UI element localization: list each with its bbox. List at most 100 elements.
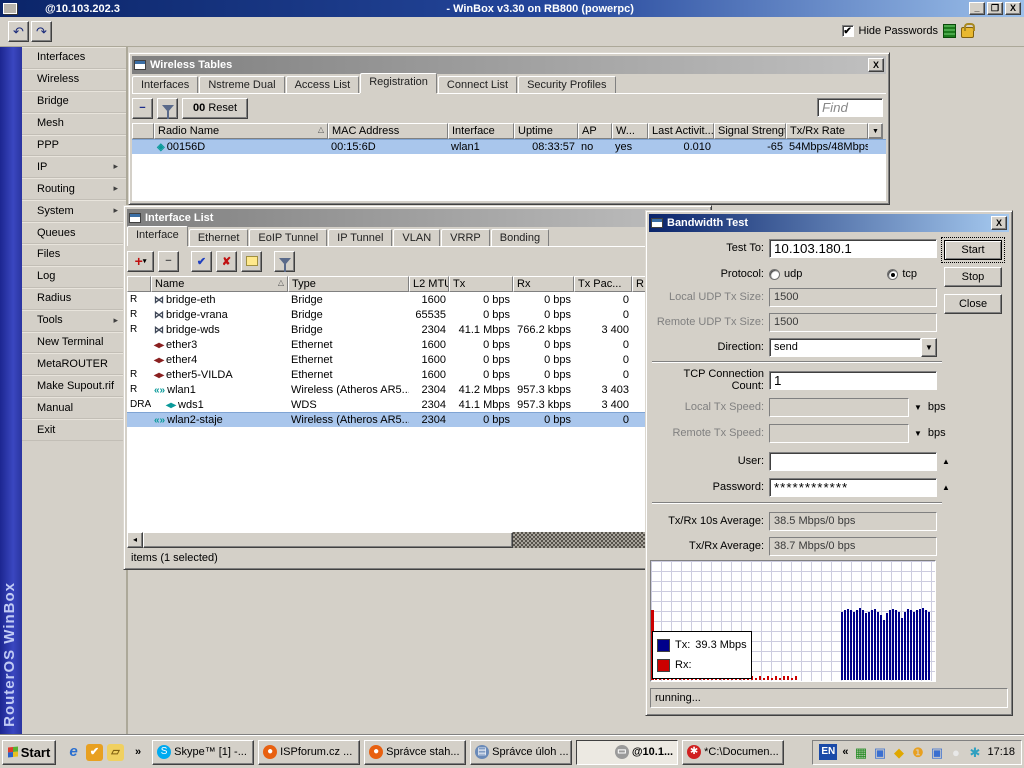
task-button-task-manager[interactable]: ▤Správce úloh ... <box>470 740 572 765</box>
task-button-firefox-ispforum[interactable]: ●ISPforum.cz ... <box>258 740 360 765</box>
undo-button[interactable]: ↶ <box>8 21 29 42</box>
interface-row-ether3[interactable]: ◂▸ether3Ethernet16000 bps0 bps0 <box>127 337 708 352</box>
tab-ethernet[interactable]: Ethernet <box>189 229 249 246</box>
tab-nstreme-dual[interactable]: Nstreme Dual <box>199 76 284 93</box>
tcp-connection-count-input[interactable] <box>769 371 937 390</box>
sidebar-item-routing[interactable]: Routing▸ <box>22 178 126 200</box>
sidebar-item-radius[interactable]: Radius <box>22 288 126 310</box>
sidebar-item-wireless[interactable]: Wireless <box>22 69 126 91</box>
antivirus-icon[interactable]: ✱ <box>967 745 982 760</box>
find-input[interactable] <box>817 98 883 117</box>
folder-icon[interactable]: ▱ <box>107 744 124 761</box>
dropdown-icon[interactable]: ▼ <box>914 403 922 412</box>
green-app-icon[interactable]: ▦ <box>853 745 868 760</box>
scrollbar-thumb[interactable] <box>143 532 513 548</box>
interface-row-bridge-wds[interactable]: R⋈bridge-wdsBridge230441.1 Mbps766.2 kbp… <box>127 322 708 337</box>
sidebar-item-bridge[interactable]: Bridge <box>22 91 126 113</box>
interface-row-ether5-vilda[interactable]: R◂▸ether5-VILDAEthernet16000 bps0 bps0 <box>127 367 708 382</box>
column-header-flags[interactable] <box>127 276 151 292</box>
network-icon-2[interactable]: ▣ <box>929 745 944 760</box>
interface-row-bridge-vrana[interactable]: R⋈bridge-vranaBridge655350 bps0 bps0 <box>127 307 708 322</box>
column-header-mac-address[interactable]: MAC Address <box>328 123 448 139</box>
sidebar-item-tools[interactable]: Tools▸ <box>22 310 126 332</box>
column-header-tx-rx-rate[interactable]: Tx/Rx Rate <box>786 123 868 139</box>
sidebar-item-queues[interactable]: Queues <box>22 222 126 244</box>
tab-eoip-tunnel[interactable]: EoIP Tunnel <box>249 229 327 246</box>
folder-badge-icon[interactable]: ❶ <box>910 745 925 760</box>
network-icon[interactable]: ▣ <box>872 745 887 760</box>
tab-access-list[interactable]: Access List <box>286 76 360 93</box>
password-input[interactable] <box>769 478 937 497</box>
interface-list-titlebar[interactable]: Interface List <box>127 209 708 227</box>
registration-row[interactable]: ◈00156D00:15:6Dwlan108:33:57noyes0.010-6… <box>132 139 886 154</box>
column-header-rx[interactable]: Rx <box>513 276 574 292</box>
column-header-interface[interactable]: Interface <box>448 123 514 139</box>
close-button[interactable]: Close <box>944 294 1002 314</box>
column-header-w[interactable]: W... <box>612 123 648 139</box>
collapse-up-icon[interactable]: ▲ <box>942 483 950 492</box>
close-icon[interactable]: X <box>991 216 1007 230</box>
tab-interfaces[interactable]: Interfaces <box>132 76 198 93</box>
column-header-uptime[interactable]: Uptime <box>514 123 578 139</box>
sidebar-item-interfaces[interactable]: Interfaces <box>22 47 126 69</box>
interface-row-wds1[interactable]: DRA◂▸wds1WDS230441.1 Mbps957.3 kbps3 400 <box>127 397 708 412</box>
wireless-tables-titlebar[interactable]: Wireless Tables X <box>132 56 886 74</box>
column-header-ap[interactable]: AP <box>578 123 612 139</box>
tab-ip-tunnel[interactable]: IP Tunnel <box>328 229 392 246</box>
bandwidth-test-titlebar[interactable]: Bandwidth Test X <box>649 214 1009 232</box>
column-header-last-activit[interactable]: Last Activit... <box>648 123 714 139</box>
direction-dropdown-button[interactable]: ▼ <box>921 338 937 357</box>
redo-button[interactable]: ↷ <box>31 21 52 42</box>
chat-bubble-icon[interactable]: ● <box>948 745 963 760</box>
column-header-name[interactable]: Name△ <box>151 276 288 292</box>
enable-button[interactable]: ✔ <box>191 251 212 272</box>
sidebar-item-files[interactable]: Files <box>22 244 126 266</box>
close-button[interactable]: X <box>1005 2 1021 15</box>
tab-bonding[interactable]: Bonding <box>491 229 549 246</box>
tab-registration[interactable]: Registration <box>360 73 437 93</box>
collapse-up-icon[interactable]: ▲ <box>942 457 950 466</box>
column-header-signal-strengt[interactable]: Signal Strengt... <box>714 123 786 139</box>
column-selector-button[interactable]: ▼ <box>868 123 883 139</box>
column-header-icon[interactable] <box>132 123 154 139</box>
tab-vlan[interactable]: VLAN <box>393 229 440 246</box>
task-button-skype[interactable]: SSkype™ [1] -... <box>152 740 254 765</box>
hide-passwords-checkbox[interactable]: ✔ <box>842 25 854 37</box>
tab-security-profiles[interactable]: Security Profiles <box>518 76 615 93</box>
horizontal-scrollbar[interactable]: ◂ <box>127 532 708 548</box>
sidebar-item-log[interactable]: Log <box>22 266 126 288</box>
sidebar-item-ip[interactable]: IP▸ <box>22 156 126 178</box>
sidebar-item-new-terminal[interactable]: New Terminal <box>22 332 126 354</box>
reset-button[interactable]: 00 Reset <box>182 98 248 119</box>
test-to-input[interactable] <box>769 239 937 258</box>
sidebar-item-metarouter[interactable]: MetaROUTER <box>22 353 126 375</box>
interface-row-ether4[interactable]: ◂▸ether4Ethernet16000 bps0 bps0 <box>127 352 708 367</box>
stop-button[interactable]: Stop <box>944 267 1002 287</box>
start-button[interactable]: Start <box>944 240 1002 260</box>
sidebar-item-make-supout-rif[interactable]: Make Supout.rif <box>22 375 126 397</box>
column-header-l2-mtu[interactable]: L2 MTU <box>409 276 449 292</box>
tcp-radio[interactable] <box>887 269 898 280</box>
close-icon[interactable]: X <box>868 58 884 72</box>
interface-row-wlan1[interactable]: R«»wlan1Wireless (Atheros AR5...230441.2… <box>127 382 708 397</box>
tray-collapse-chevron[interactable]: « <box>842 746 848 758</box>
language-indicator[interactable]: EN <box>819 744 837 760</box>
add-button[interactable]: +▾ <box>127 251 154 272</box>
minimize-button[interactable]: _ <box>969 2 985 15</box>
security-shield-icon[interactable]: ◆ <box>891 745 906 760</box>
direction-select[interactable]: send <box>769 338 921 357</box>
restore-button[interactable]: ❐ <box>987 2 1003 15</box>
filter-button[interactable] <box>157 98 178 119</box>
user-input[interactable] <box>769 452 937 471</box>
dropdown-icon[interactable]: ▼ <box>914 429 922 438</box>
update-check-icon[interactable]: ✔ <box>86 744 103 761</box>
task-button-winbox[interactable]: ▭@10.1... <box>576 740 678 765</box>
tab-interface[interactable]: Interface <box>127 226 188 246</box>
task-button-irfanview[interactable]: ✱*C:\Documen... <box>682 740 784 765</box>
comment-button[interactable] <box>241 251 262 272</box>
interface-row-wlan2-staje[interactable]: «»wlan2-stajeWireless (Atheros AR5...230… <box>127 412 708 427</box>
scroll-left-button[interactable]: ◂ <box>127 532 143 548</box>
remove-button[interactable]: − <box>158 251 179 272</box>
udp-radio[interactable] <box>769 269 780 280</box>
sidebar-item-system[interactable]: System▸ <box>22 200 126 222</box>
